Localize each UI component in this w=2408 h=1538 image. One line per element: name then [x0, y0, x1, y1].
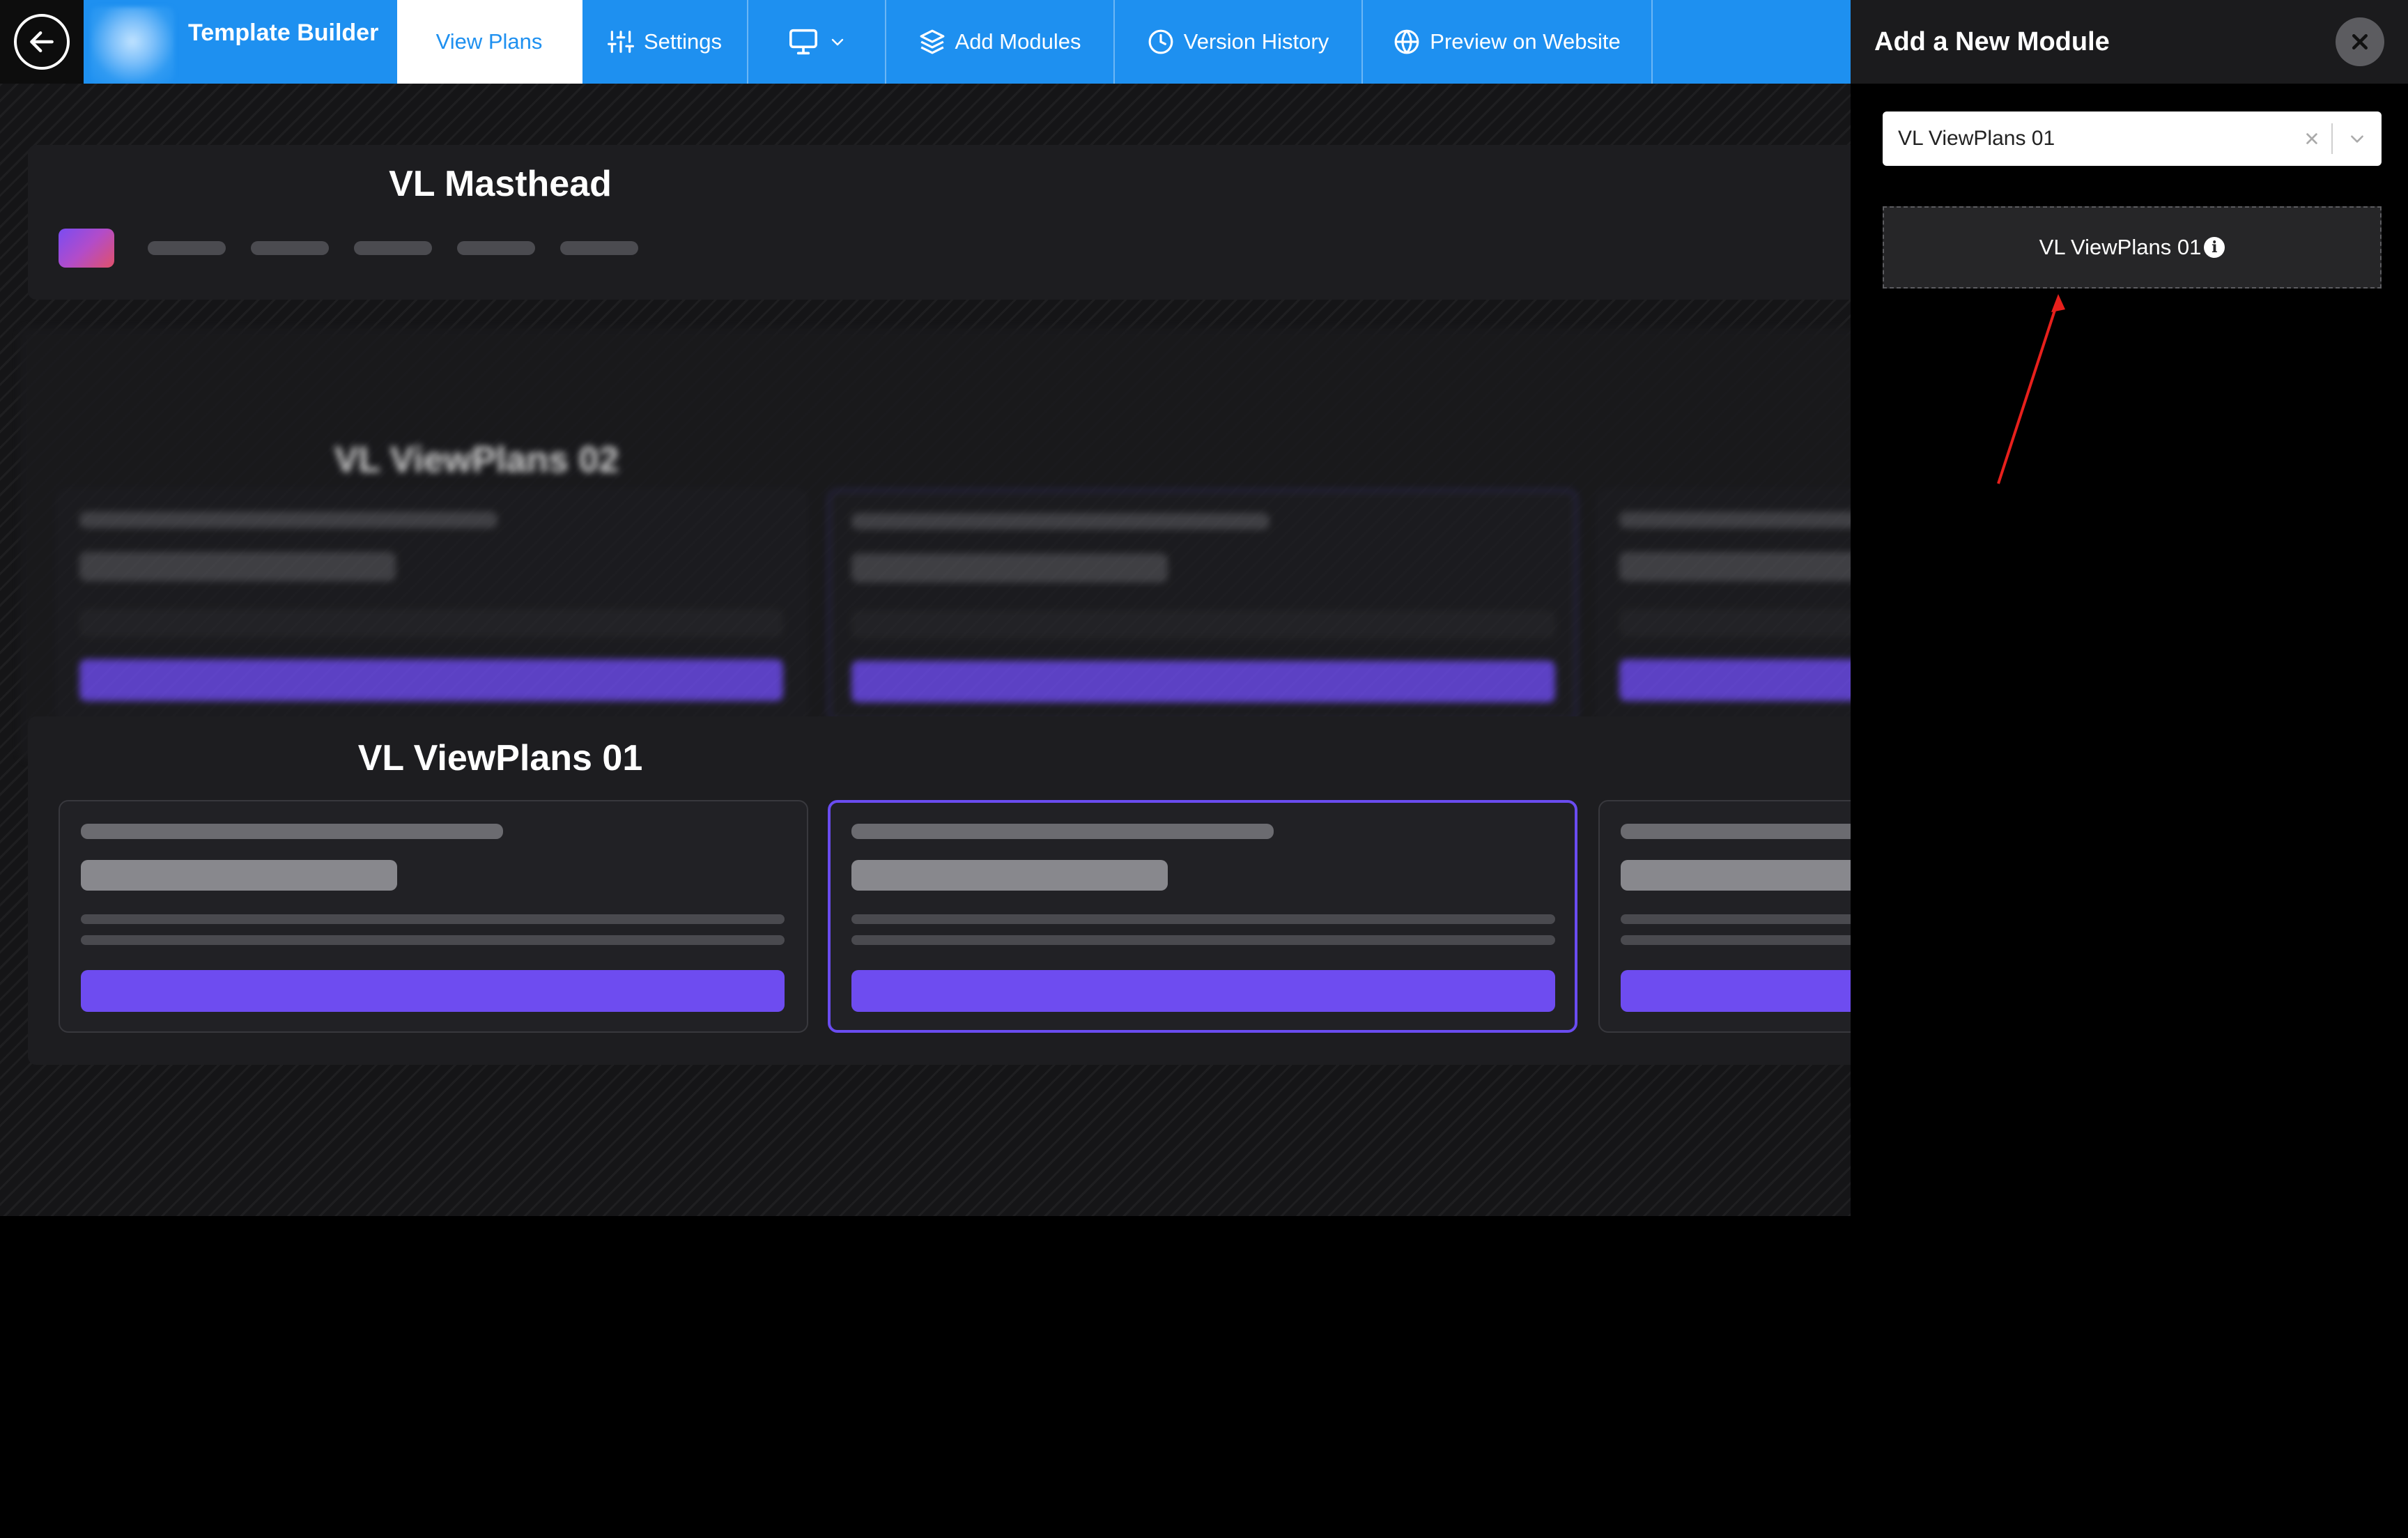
masthead-logo [59, 229, 114, 268]
info-icon[interactable]: i [2204, 237, 2225, 258]
plan-card [1598, 800, 1851, 1033]
clear-selection-button[interactable] [2292, 131, 2331, 146]
card-line [81, 935, 785, 945]
tab-version-history-label: Version History [1183, 29, 1329, 54]
plan-card [57, 489, 807, 722]
card-button [851, 661, 1555, 702]
monitor-icon [789, 29, 817, 55]
card-line [79, 609, 783, 637]
card-heading [79, 552, 396, 581]
card-line [851, 513, 1269, 530]
brand: Template Builder [84, 0, 397, 84]
module-option-vl-viewplans-01[interactable]: VL ViewPlans 01 i [1883, 206, 2382, 289]
card-line [851, 610, 1555, 638]
select-dropdown-toggle[interactable] [2333, 130, 2382, 148]
plan-card [1597, 489, 1851, 722]
masthead-nav-item [560, 241, 638, 255]
card-line [851, 824, 1274, 839]
panel-header: Add a New Module [1851, 0, 2408, 84]
tab-preview-on-website[interactable]: Preview on Website [1363, 0, 1653, 84]
card-button [1621, 970, 1851, 1012]
card-heading [1621, 860, 1851, 891]
chevron-down-icon [831, 38, 844, 46]
card-heading [1619, 552, 1851, 581]
card-button [81, 970, 785, 1012]
module-title: VL Masthead [389, 164, 612, 204]
arrow-left-icon [30, 31, 54, 53]
annotation-arrow [1997, 294, 2065, 484]
tab-settings[interactable]: Settings [582, 0, 748, 84]
tab-preview-on-website-label: Preview on Website [1430, 29, 1621, 54]
tab-add-modules[interactable]: Add Modules [886, 0, 1115, 84]
card-heading [851, 553, 1168, 583]
module-select[interactable]: VL ViewPlans 01 [1883, 111, 2382, 166]
card-line [851, 914, 1555, 924]
clear-icon [2306, 133, 2317, 144]
masthead-nav-item [457, 241, 535, 255]
module-select-value: VL ViewPlans 01 [1898, 127, 2055, 150]
device-selector[interactable] [748, 0, 886, 84]
chevron-down-icon [2351, 135, 2363, 143]
tab-view-plans[interactable]: View Plans [397, 0, 582, 84]
card-line [81, 824, 503, 839]
brand-logo [91, 7, 174, 84]
top-bar: Template Builder View Plans Settings Add… [0, 0, 1851, 84]
module-vl-masthead[interactable]: VL Masthead [28, 145, 1851, 300]
tab-settings-label: Settings [643, 29, 722, 54]
module-title: VL ViewPlans 01 [357, 738, 643, 778]
globe-icon [1394, 29, 1419, 54]
card-heading [851, 860, 1168, 891]
module-vl-viewplans-02[interactable]: VL ViewPlans 02 [20, 328, 1851, 760]
card-line [851, 935, 1555, 945]
card-line [1619, 609, 1851, 637]
card-button [79, 659, 783, 701]
panel-title: Add a New Module [1874, 26, 2110, 56]
back-button-container [0, 0, 84, 84]
tab-version-history[interactable]: Version History [1115, 0, 1363, 84]
masthead-nav-item [251, 241, 329, 255]
card-line [79, 512, 497, 528]
module-title: VL ViewPlans 02 [334, 440, 619, 480]
plan-card [59, 800, 808, 1033]
clock-icon [1148, 29, 1173, 54]
builder-canvas: VL Masthead VL ViewPlans 02 VL ViewPlans… [0, 84, 1851, 1216]
module-vl-viewplans-01[interactable]: VL ViewPlans 01 [28, 716, 1851, 1065]
card-button [1619, 659, 1851, 701]
card-button [851, 970, 1555, 1012]
close-icon [2352, 34, 2368, 49]
sliders-icon [608, 31, 634, 53]
close-panel-button[interactable] [2336, 17, 2384, 66]
plan-card [828, 489, 1577, 722]
card-line [1621, 824, 1851, 839]
card-line [1621, 914, 1851, 924]
masthead-nav-item [354, 241, 432, 255]
card-line [81, 914, 785, 924]
app-title: Template Builder [188, 20, 379, 46]
card-line [1619, 512, 1851, 528]
add-module-panel: Add a New Module VL ViewPlans 01 VL View… [1851, 0, 2408, 1538]
tab-view-plans-label: View Plans [435, 29, 543, 54]
masthead-nav-item [148, 241, 226, 255]
layers-icon [920, 29, 944, 54]
card-line [1621, 935, 1851, 945]
tab-add-modules-label: Add Modules [955, 29, 1081, 54]
back-button[interactable] [14, 14, 70, 70]
plan-card-highlighted [828, 800, 1577, 1033]
card-heading [81, 860, 397, 891]
module-option-label: VL ViewPlans 01 [2039, 235, 2202, 259]
